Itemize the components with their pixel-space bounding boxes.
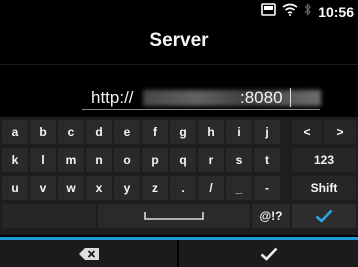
on-screen-keyboard: a b c d e f g h i j < > k l m n o p q r … [0, 117, 358, 235]
keyboard-row-3: u v w x y z . / _ - Shift [0, 176, 358, 202]
key-r[interactable]: r [198, 148, 224, 172]
bluetooth-icon [304, 3, 312, 21]
keyboard-row-4: @!? [0, 204, 358, 230]
key-f[interactable]: f [142, 120, 168, 144]
symbols-key[interactable]: @!? [252, 204, 290, 228]
space-bar-icon [144, 212, 204, 220]
server-address-input[interactable]: http:// :8080 [80, 86, 321, 110]
space-key[interactable] [98, 204, 250, 228]
page-title: Server [149, 30, 209, 51]
key-g[interactable]: g [170, 120, 196, 144]
url-prefix: http:// [91, 88, 134, 107]
key-i[interactable]: i [226, 120, 252, 144]
backspace-icon [78, 247, 99, 260]
shift-key[interactable]: Shift [292, 176, 356, 200]
key-l[interactable]: l [30, 148, 56, 172]
key-z[interactable]: z [142, 176, 168, 200]
bottom-action-bar [0, 240, 358, 267]
key-n[interactable]: n [86, 148, 112, 172]
key-t[interactable]: t [254, 148, 280, 172]
key-w[interactable]: w [58, 176, 84, 200]
cursor-right-key[interactable]: > [324, 120, 356, 144]
check-icon [315, 209, 333, 223]
cursor-left-key[interactable]: < [292, 120, 322, 144]
key-p[interactable]: p [142, 148, 168, 172]
key-k[interactable]: k [2, 148, 28, 172]
backspace-button[interactable] [0, 240, 177, 267]
status-bar: 10:56 [0, 0, 358, 22]
key-slash[interactable]: / [198, 176, 224, 200]
numeric-mode-key[interactable]: 123 [292, 148, 356, 172]
keyboard-row-1: a b c d e f g h i j < > [0, 120, 358, 146]
ip-address-masked [143, 90, 321, 106]
key-o[interactable]: o [114, 148, 140, 172]
key-period[interactable]: . [170, 176, 196, 200]
key-q[interactable]: q [170, 148, 196, 172]
key-underscore[interactable]: _ [226, 176, 252, 200]
port-text: :8080 [240, 88, 283, 107]
blank-key-left [2, 204, 96, 228]
header-divider [0, 64, 358, 65]
wifi-icon [282, 3, 298, 21]
clock: 10:56 [318, 4, 354, 20]
input-underline [82, 109, 320, 110]
key-s[interactable]: s [226, 148, 252, 172]
enter-key[interactable] [292, 204, 356, 228]
key-j[interactable]: j [254, 120, 280, 144]
key-h[interactable]: h [198, 120, 224, 144]
key-d[interactable]: d [86, 120, 112, 144]
text-cursor [290, 88, 291, 107]
confirm-button[interactable] [179, 240, 358, 267]
key-c[interactable]: c [58, 120, 84, 144]
sd-card-icon [261, 3, 276, 21]
key-e[interactable]: e [114, 120, 140, 144]
key-u[interactable]: u [2, 176, 28, 200]
key-a[interactable]: a [2, 120, 28, 144]
key-hyphen[interactable]: - [254, 176, 280, 200]
status-icons: 10:56 [261, 3, 354, 21]
keyboard-row-2: k l m n o p q r s t 123 [0, 148, 358, 174]
key-m[interactable]: m [58, 148, 84, 172]
key-y[interactable]: y [114, 176, 140, 200]
check-icon [260, 247, 277, 261]
key-b[interactable]: b [30, 120, 56, 144]
key-x[interactable]: x [86, 176, 112, 200]
key-v[interactable]: v [30, 176, 56, 200]
